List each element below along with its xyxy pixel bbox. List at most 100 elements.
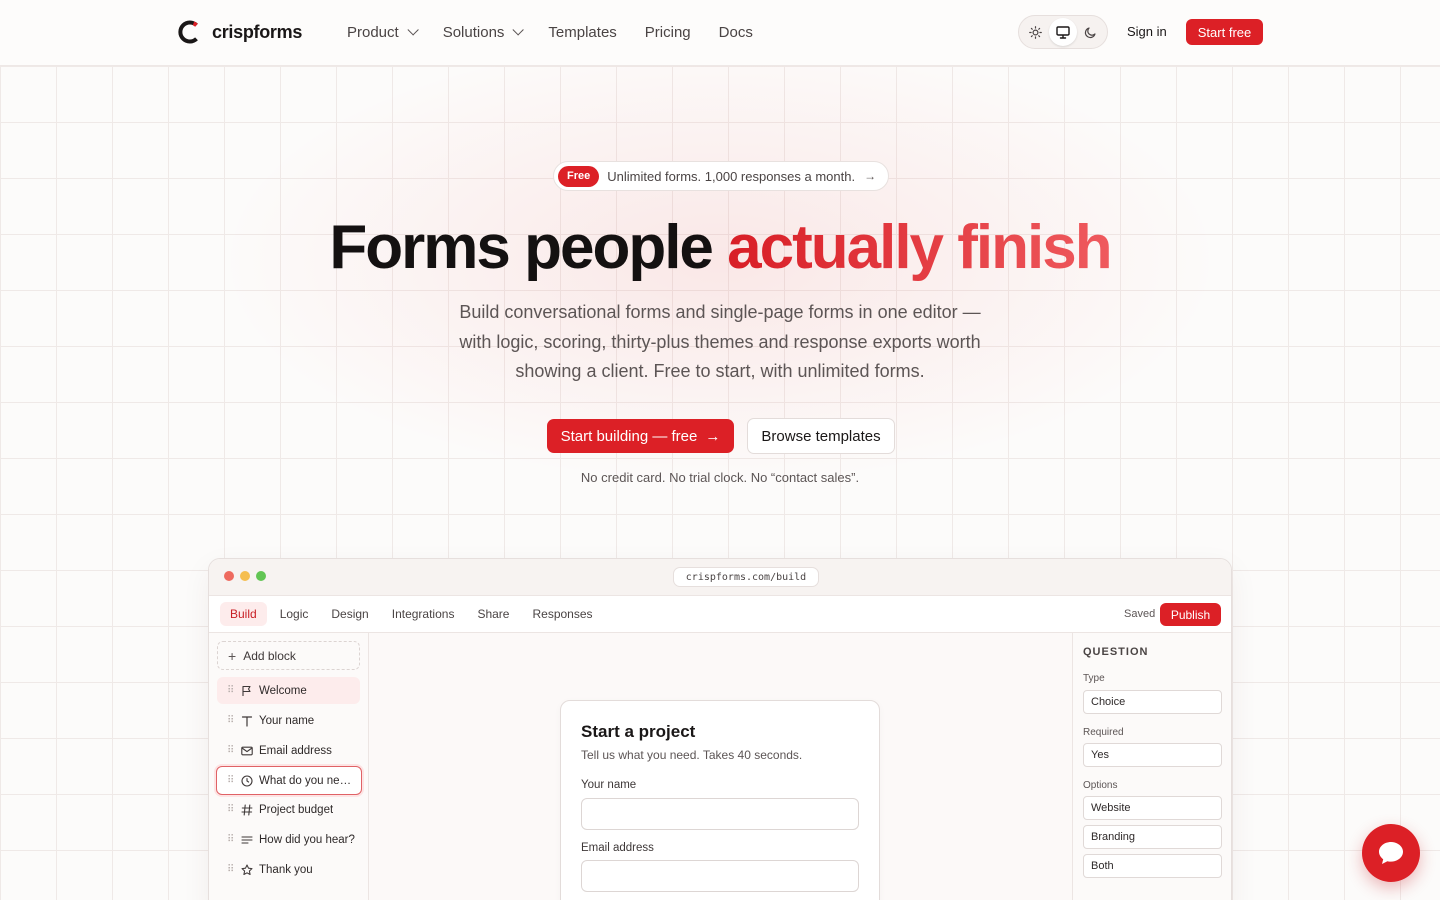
hero-title-accent: actually finish — [727, 213, 1112, 282]
name-field[interactable] — [581, 798, 859, 830]
nav-pricing[interactable]: Pricing — [645, 22, 691, 42]
block-item-how-did-you-hear[interactable]: ⠿ How did you hear? — [217, 826, 360, 853]
start-building-button[interactable]: Start building — free → — [547, 419, 734, 453]
required-select[interactable]: Yes — [1083, 743, 1222, 767]
form-preview-card[interactable]: Start a project Tell us what you need. T… — [560, 700, 880, 900]
email-field[interactable] — [581, 860, 859, 892]
block-label: How did you hear? — [259, 833, 355, 846]
drag-handle-icon[interactable]: ⠿ — [227, 715, 234, 726]
browse-templates-button[interactable]: Browse templates — [747, 418, 895, 454]
nav-solutions-label: Solutions — [442, 23, 505, 41]
nav-templates[interactable]: Templates — [548, 22, 616, 42]
mail-icon — [240, 744, 253, 757]
app-preview-window: crispforms.com/build Build Logic Design … — [208, 558, 1232, 900]
star-icon — [240, 863, 253, 876]
start-building-label: Start building — free — [560, 427, 698, 445]
tab-design[interactable]: Design — [321, 602, 378, 626]
inspector-heading: QUESTION — [1083, 646, 1149, 658]
block-label: Your name — [259, 714, 315, 727]
tab-build[interactable]: Build — [220, 602, 267, 626]
text-icon — [240, 714, 253, 727]
options-label: Options — [1083, 780, 1118, 791]
form-subtitle: Tell us what you need. Takes 40 seconds. — [581, 748, 803, 762]
theme-light-button[interactable] — [1022, 18, 1049, 46]
maximize-dot-icon — [256, 571, 266, 581]
nav-docs[interactable]: Docs — [719, 22, 753, 42]
drag-handle-icon[interactable]: ⠿ — [227, 834, 234, 845]
block-item-email[interactable]: ⠿ Email address — [217, 737, 360, 764]
sign-in-link[interactable]: Sign in — [1127, 24, 1167, 39]
option-input-both[interactable]: Both — [1083, 854, 1222, 878]
nav-docs-label: Docs — [718, 23, 753, 41]
plus-icon: + — [228, 647, 237, 664]
option-input-website[interactable]: Website — [1083, 796, 1222, 820]
theme-dark-button[interactable] — [1077, 18, 1104, 46]
field-label-email: Email address — [581, 842, 654, 854]
hero-title: Forms people actually finish — [0, 212, 1440, 284]
hero-subtitle-line: Build conversational forms and single-pa… — [459, 302, 981, 322]
tab-integrations[interactable]: Integrations — [382, 602, 465, 626]
logo-mark-icon — [176, 19, 202, 45]
hero-subtitle-line: showing a client. Free to start, with un… — [515, 361, 925, 381]
question-inspector: QUESTION Type Choice Required Yes Option… — [1072, 633, 1231, 900]
start-free-button[interactable]: Start free — [1186, 19, 1263, 45]
editor-toolbar: Build Logic Design Integrations Share Re… — [209, 596, 1231, 633]
block-label: Welcome — [259, 684, 307, 697]
lines-icon — [240, 833, 253, 846]
main-nav: Product Solutions Templates Pricing Docs — [347, 22, 781, 42]
monitor-icon — [1056, 25, 1070, 39]
free-badge: Free — [558, 165, 600, 187]
block-item-welcome[interactable]: ⠿ Welcome — [217, 677, 360, 704]
announcement-pill[interactable]: Free Unlimited forms. 1,000 responses a … — [553, 161, 889, 191]
editor-tabs: Build Logic Design Integrations Share Re… — [220, 602, 606, 626]
drag-handle-icon[interactable]: ⠿ — [227, 775, 234, 786]
chevron-down-icon — [407, 24, 419, 36]
hero-note: No credit card. No trial clock. No “cont… — [580, 470, 860, 485]
nav-solutions[interactable]: Solutions — [442, 22, 525, 42]
drag-handle-icon[interactable]: ⠿ — [227, 804, 234, 815]
minimize-dot-icon — [240, 571, 250, 581]
type-select[interactable]: Choice — [1083, 690, 1222, 714]
moon-icon — [1084, 26, 1096, 38]
window-titlebar: crispforms.com/build — [209, 559, 1231, 596]
block-label: Email address — [259, 744, 332, 757]
arrow-right-icon: → — [864, 169, 877, 183]
field-label-name: Your name — [581, 779, 637, 791]
tab-share[interactable]: Share — [467, 602, 519, 626]
tab-logic[interactable]: Logic — [270, 602, 319, 626]
add-block-label: Add block — [243, 648, 296, 663]
hero-title-plain: Forms people — [329, 213, 714, 282]
block-item-project-budget[interactable]: ⠿ Project budget — [217, 796, 360, 823]
choice-icon — [240, 774, 253, 787]
drag-handle-icon[interactable]: ⠿ — [227, 685, 234, 696]
theme-system-button[interactable] — [1049, 18, 1077, 46]
tab-responses[interactable]: Responses — [522, 602, 602, 626]
block-item-thank-you[interactable]: ⠿ Thank you — [217, 856, 360, 883]
editor-canvas: Start a project Tell us what you need. T… — [369, 633, 1072, 900]
arrow-right-icon: → — [705, 427, 721, 445]
block-item-your-name[interactable]: ⠿ Your name — [217, 707, 360, 734]
blocks-sidebar: + Add block ⠿ Welcome ⠿ Your name ⠿ Emai… — [209, 633, 369, 900]
required-label: Required — [1083, 727, 1124, 738]
chat-button[interactable] — [1362, 824, 1420, 882]
block-label: Thank you — [259, 863, 313, 876]
sun-icon — [1029, 25, 1043, 39]
site-header: crispforms Product Solutions Templates P… — [0, 0, 1440, 66]
add-block-button[interactable]: + Add block — [217, 641, 360, 670]
pill-text: Unlimited forms. 1,000 responses a month… — [607, 168, 856, 184]
option-input-branding[interactable]: Branding — [1083, 825, 1222, 849]
hero-subtitle: Build conversational forms and single-pa… — [440, 298, 1000, 387]
nav-pricing-label: Pricing — [644, 23, 691, 41]
hero-subtitle-line: with logic, scoring, thirty-plus themes … — [459, 331, 981, 352]
logo-text: crispforms — [212, 21, 303, 42]
logo[interactable]: crispforms — [176, 18, 302, 46]
block-item-what-do-you-need[interactable]: ⠿ What do you need? — [216, 766, 362, 795]
theme-switch — [1018, 15, 1108, 49]
nav-product[interactable]: Product — [347, 22, 419, 42]
publish-button[interactable]: Publish — [1160, 603, 1221, 626]
block-label: Project budget — [259, 803, 334, 816]
close-dot-icon — [224, 571, 234, 581]
drag-handle-icon[interactable]: ⠿ — [227, 864, 234, 875]
drag-handle-icon[interactable]: ⠿ — [227, 745, 234, 756]
url-bar[interactable]: crispforms.com/build — [673, 567, 819, 587]
